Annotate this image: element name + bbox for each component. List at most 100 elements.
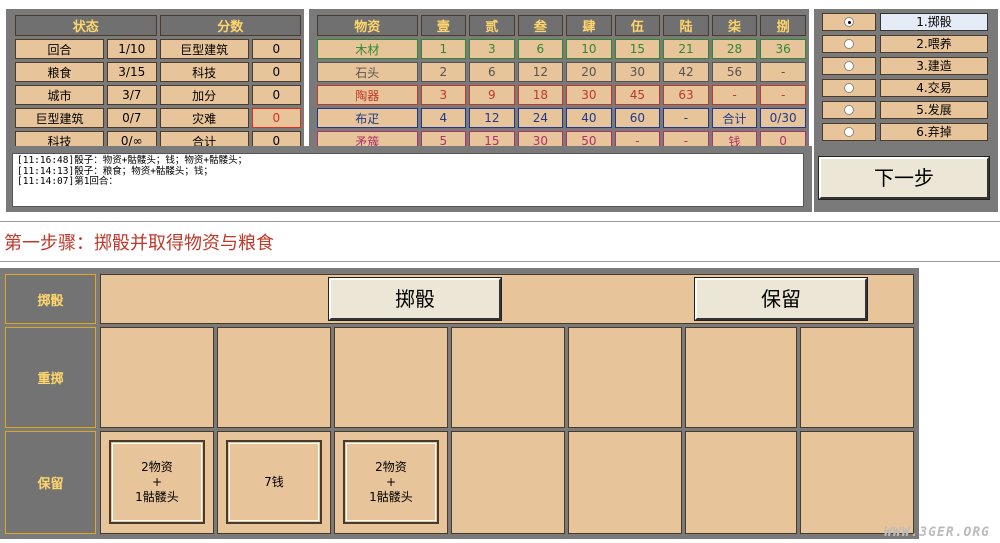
- step-radio[interactable]: [822, 101, 876, 119]
- score-label: 加分: [159, 85, 249, 105]
- resource-name: 陶器: [317, 85, 418, 105]
- resource-cell: 10: [566, 39, 612, 59]
- keep-slot[interactable]: [568, 431, 682, 534]
- kept-die[interactable]: 7钱: [226, 440, 322, 524]
- step-label[interactable]: 2.喂养: [880, 35, 988, 53]
- step-radio[interactable]: [822, 79, 876, 97]
- radio-icon: [844, 127, 854, 137]
- reroll-slot[interactable]: [800, 327, 914, 428]
- resources-header: 物资: [317, 15, 418, 36]
- keep-slot[interactable]: 2物资 + 1骷髅头: [334, 431, 448, 534]
- step-label[interactable]: 5.发展: [880, 101, 988, 119]
- resource-cell: 42: [663, 62, 709, 82]
- status-label: 粮食: [15, 62, 104, 82]
- resource-row-cloth: 布疋 4 12 24 40 60 - 合计 0/30: [317, 108, 806, 128]
- keep-slot[interactable]: [685, 431, 797, 534]
- step-label[interactable]: 1.掷骰: [880, 13, 988, 31]
- score-label: 巨型建筑: [159, 39, 249, 59]
- level-header: 伍: [614, 15, 661, 36]
- resource-cell: 3: [420, 85, 467, 105]
- status-header: 状态: [15, 15, 157, 36]
- resources-table: 物资 壹 贰 叁 肆 伍 陆 柒 捌 木材 1 3 6 10 15 21 28 …: [314, 12, 809, 154]
- resources-header-row: 物资 壹 贰 叁 肆 伍 陆 柒 捌: [317, 15, 806, 36]
- resource-cell: 3: [469, 39, 515, 59]
- radio-selected-icon: [844, 17, 854, 27]
- step-radio[interactable]: [822, 57, 876, 75]
- watermark: WWW.3GER.ORG: [884, 525, 990, 540]
- reroll-slot[interactable]: [334, 327, 448, 428]
- status-panel: 状态 分数 回合 1/10 巨型建筑 0 粮食 3/15 科技 0 城市 3/7…: [6, 9, 304, 151]
- score-header: 分数: [159, 15, 301, 36]
- reroll-slot[interactable]: [568, 327, 682, 428]
- level-header: 柒: [711, 15, 758, 36]
- step-radio[interactable]: [822, 13, 876, 31]
- step-radio[interactable]: [822, 35, 876, 53]
- resource-cell: 12: [517, 62, 564, 82]
- level-header: 贰: [469, 15, 515, 36]
- resource-cell: 1: [420, 39, 467, 59]
- divider: [0, 221, 1000, 222]
- resource-cell: 15: [614, 39, 661, 59]
- resource-total-value: 0/30: [760, 108, 806, 128]
- level-header: 叁: [517, 15, 564, 36]
- kept-die[interactable]: 2物资 + 1骷髅头: [109, 440, 205, 524]
- resource-cell: 4: [420, 108, 467, 128]
- resource-cell: 18: [517, 85, 564, 105]
- step-radio[interactable]: [822, 123, 876, 141]
- reroll-slot[interactable]: [217, 327, 331, 428]
- resources-panel: 物资 壹 贰 叁 肆 伍 陆 柒 捌 木材 1 3 6 10 15 21 28 …: [309, 9, 809, 152]
- status-value: 1/10: [106, 39, 157, 59]
- log-line: [11:16:48]骰子：物资+骷髅头；钱；物资+骷髅头；: [17, 155, 248, 166]
- level-header: 陆: [663, 15, 709, 36]
- log-line: [11:14:13]骰子：粮食；物资+骷髅头；钱；: [17, 165, 213, 177]
- level-header: 捌: [760, 15, 806, 36]
- keep-row-header: 保留: [5, 431, 96, 534]
- score-label: 科技: [159, 62, 249, 82]
- step-title: 第一步骤：掷骰并取得物资与粮食: [4, 233, 274, 254]
- reroll-slot[interactable]: [685, 327, 797, 428]
- level-header: 肆: [566, 15, 612, 36]
- score-label: 灾难: [159, 108, 249, 128]
- reroll-row-header: 重掷: [5, 327, 96, 428]
- resource-cell: 40: [566, 108, 612, 128]
- resource-cell: 30: [614, 62, 661, 82]
- roll-dice-button[interactable]: 掷骰: [328, 277, 502, 321]
- reroll-slot[interactable]: [451, 327, 565, 428]
- keep-button[interactable]: 保留: [694, 277, 868, 321]
- resource-cell: -: [711, 85, 758, 105]
- step-label[interactable]: 6.弃掉: [880, 123, 988, 141]
- keep-slot[interactable]: 2物资 + 1骷髅头: [100, 431, 214, 534]
- resource-cell: -: [760, 62, 806, 82]
- roll-area: 掷骰 保留: [100, 274, 914, 324]
- kept-die[interactable]: 2物资 + 1骷髅头: [343, 440, 439, 524]
- log-line: [11:14:07]第1回合：: [17, 176, 118, 187]
- reroll-slot[interactable]: [100, 327, 214, 428]
- step-label[interactable]: 3.建造: [880, 57, 988, 75]
- resource-cell: 30: [566, 85, 612, 105]
- keep-slot[interactable]: [451, 431, 565, 534]
- status-label: 城市: [15, 85, 104, 105]
- resource-total-label: 合计: [711, 108, 758, 128]
- event-log[interactable]: [11:16:48]骰子：物资+骷髅头；钱；物资+骷髅头； [11:14:13]…: [12, 153, 804, 207]
- status-value: 3/7: [106, 85, 157, 105]
- resource-row-wood: 木材 1 3 6 10 15 21 28 36: [317, 39, 806, 59]
- step-label[interactable]: 4.交易: [880, 79, 988, 97]
- next-step-button[interactable]: 下一步: [818, 156, 990, 200]
- resource-cell: 63: [663, 85, 709, 105]
- keep-slot[interactable]: 7钱: [217, 431, 331, 534]
- status-table: 状态 分数 回合 1/10 巨型建筑 0 粮食 3/15 科技 0 城市 3/7…: [12, 12, 304, 154]
- keep-slot[interactable]: [800, 431, 914, 534]
- resource-row-pottery: 陶器 3 9 18 30 45 63 - -: [317, 85, 806, 105]
- resource-cell: 12: [469, 108, 515, 128]
- status-value: 0/7: [106, 108, 157, 128]
- resource-cell: 45: [614, 85, 661, 105]
- resource-cell: -: [760, 85, 806, 105]
- resource-cell: -: [663, 108, 709, 128]
- resource-name: 木材: [317, 39, 418, 59]
- radio-icon: [844, 105, 854, 115]
- resource-name: 布疋: [317, 108, 418, 128]
- radio-icon: [844, 83, 854, 93]
- resource-cell: 36: [760, 39, 806, 59]
- score-value: 0: [251, 39, 301, 59]
- resource-cell: 2: [420, 62, 467, 82]
